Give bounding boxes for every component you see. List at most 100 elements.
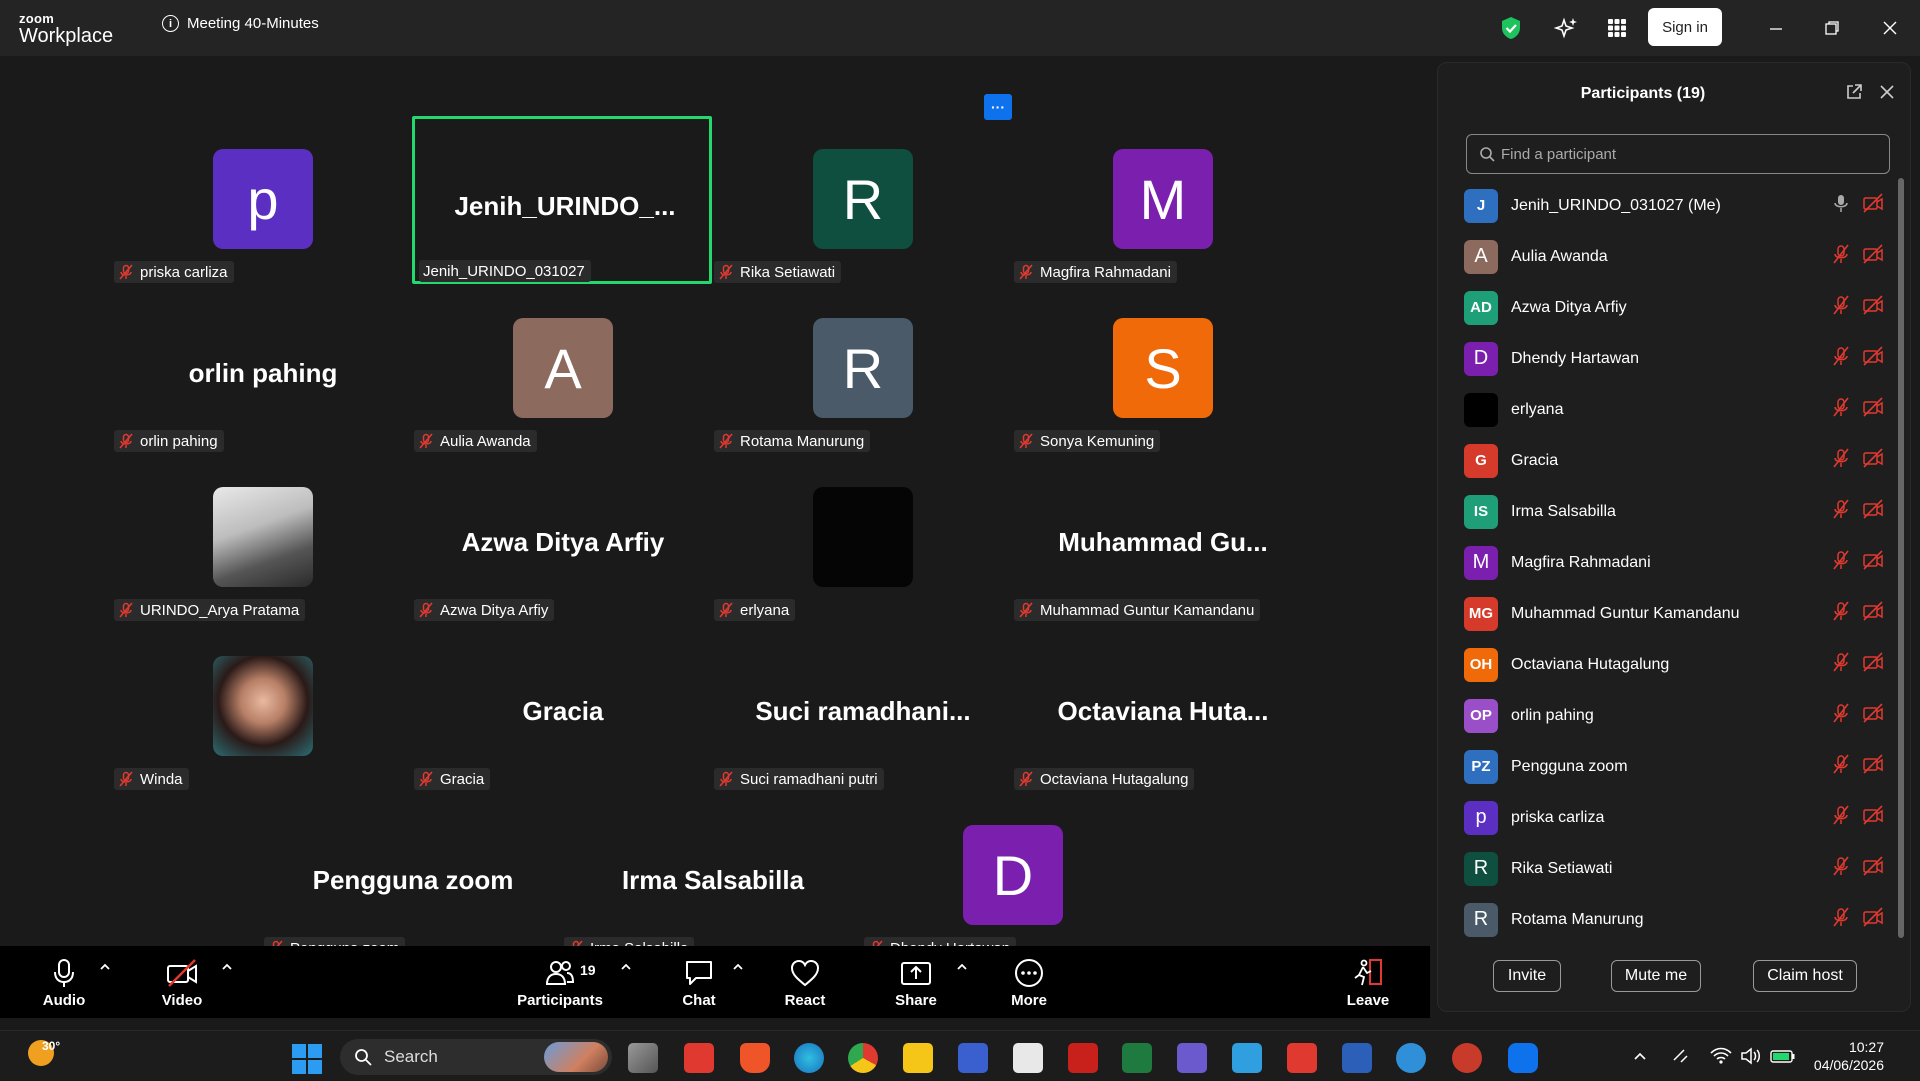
chat-button[interactable]: Chat: [674, 946, 724, 1018]
close-icon[interactable]: [1878, 0, 1902, 56]
anydesk-app-icon[interactable]: [684, 1043, 714, 1073]
word-icon[interactable]: [1342, 1043, 1372, 1073]
participant-list-scrollbar[interactable]: [1898, 178, 1904, 938]
floppy-save-app-icon[interactable]: [958, 1043, 988, 1073]
video-tile[interactable]: Muhammad Gu... Muhammad Guntur Kamandanu: [1013, 455, 1313, 623]
video-button[interactable]: Video: [152, 946, 212, 1018]
video-tile[interactable]: Pengguna zoomPengguna zoom: [263, 793, 563, 961]
leave-door-icon: [1354, 959, 1382, 986]
chat-options-chevron-icon[interactable]: [731, 960, 745, 974]
participant-list-name: Octaviana Hutagalung: [1511, 655, 1670, 673]
video-tile[interactable]: Irma SalsabillaIrma Salsabilla: [563, 793, 863, 961]
brave-browser-icon[interactable]: [740, 1043, 770, 1073]
participant-display-name: Gracia: [522, 696, 604, 726]
video-tile[interactable]: A Aulia Awanda: [413, 286, 713, 454]
notepad-icon[interactable]: [1232, 1043, 1262, 1073]
audio-options-chevron-icon[interactable]: [98, 960, 112, 974]
react-button[interactable]: React: [778, 946, 832, 1018]
video-tile[interactable]: R Rika Setiawati: [713, 117, 1013, 285]
participant-row[interactable]: p priska carliza: [1464, 792, 1884, 843]
filezilla-icon[interactable]: [1068, 1043, 1098, 1073]
chrome-browser-icon[interactable]: [848, 1043, 878, 1073]
muted-mic-icon: [418, 771, 434, 787]
shield-check-icon[interactable]: [1498, 0, 1524, 56]
battery-icon[interactable]: [1770, 1031, 1796, 1081]
video-tile[interactable]: Azwa Ditya Arfiy Azwa Ditya Arfiy: [413, 455, 713, 623]
participant-row[interactable]: PZ Pengguna zoom: [1464, 741, 1884, 792]
more-button[interactable]: More: [1004, 946, 1054, 1018]
powerpoint-icon[interactable]: [1452, 1043, 1482, 1073]
participant-row[interactable]: J Jenih_URINDO_031027 (Me): [1464, 180, 1884, 231]
muted-mic-icon: [418, 602, 434, 618]
claim-host-button[interactable]: Claim host: [1753, 960, 1857, 992]
excel-icon[interactable]: [1122, 1043, 1152, 1073]
participant-row[interactable]: A Aulia Awanda: [1464, 231, 1884, 282]
participant-row[interactable]: IS Irma Salsabilla: [1464, 486, 1884, 537]
invite-button[interactable]: Invite: [1493, 960, 1561, 992]
video-tile[interactable]: Winda: [113, 624, 413, 792]
participants-button[interactable]: Participants: [512, 946, 608, 1018]
video-tile[interactable]: p priska carliza: [113, 117, 413, 285]
docker-icon[interactable]: [1396, 1043, 1426, 1073]
participant-row[interactable]: R Rotama Manurung: [1464, 894, 1884, 945]
apps-grid-icon[interactable]: [1604, 0, 1630, 56]
wifi-icon[interactable]: [1710, 1031, 1732, 1081]
participant-row[interactable]: erlyana: [1464, 384, 1884, 435]
participant-display-name: Suci ramadhani...: [755, 696, 971, 726]
participant-row[interactable]: OH Octaviana Hutagalung: [1464, 639, 1884, 690]
participant-row[interactable]: AD Azwa Ditya Arfiy: [1464, 282, 1884, 333]
video-tile[interactable]: erlyana: [713, 455, 1013, 623]
video-tile[interactable]: M Magfira Rahmadani: [1013, 117, 1313, 285]
video-tile[interactable]: orlin pahing orlin pahing: [113, 286, 413, 454]
file-explorer-icon[interactable]: [903, 1043, 933, 1073]
video-off-icon: [167, 959, 197, 987]
participant-display-name: Azwa Ditya Arfiy: [461, 527, 665, 557]
meeting-info[interactable]: i Meeting 40-Minutes: [162, 15, 319, 32]
minimize-icon[interactable]: [1764, 0, 1788, 56]
dolphin-app-icon[interactable]: [1177, 1043, 1207, 1073]
popout-icon[interactable]: [1845, 83, 1863, 101]
participant-row[interactable]: R Rika Setiawati: [1464, 843, 1884, 894]
task-view-icon[interactable]: [628, 1043, 658, 1073]
participants-options-chevron-icon[interactable]: [619, 960, 633, 974]
participant-row[interactable]: G Gracia: [1464, 435, 1884, 486]
ai-companion-icon[interactable]: [1552, 0, 1580, 56]
weather-widget[interactable]: 30°: [28, 1039, 60, 1066]
participant-row[interactable]: D Dhendy Hartawan: [1464, 333, 1884, 384]
volume-icon[interactable]: [1740, 1031, 1762, 1081]
share-options-chevron-icon[interactable]: [955, 960, 969, 974]
participant-search-input[interactable]: Find a participant: [1466, 134, 1890, 174]
edge-browser-icon[interactable]: [794, 1043, 824, 1073]
video-tile[interactable]: Suci ramadhani... Suci ramadhani putri: [713, 624, 1013, 792]
restore-icon[interactable]: [1820, 0, 1844, 56]
video-tile[interactable]: Octaviana Huta... Octaviana Hutagalung: [1013, 624, 1313, 792]
muted-mic-icon: [1833, 703, 1849, 723]
info-icon[interactable]: i: [162, 15, 179, 32]
system-clock[interactable]: 10:27 04/06/2026: [1808, 1038, 1884, 1074]
audio-button[interactable]: Audio: [36, 946, 92, 1018]
pdf-reader-icon[interactable]: [1287, 1043, 1317, 1073]
participant-row[interactable]: M Magfira Rahmadani: [1464, 537, 1884, 588]
leave-button[interactable]: Leave: [1344, 946, 1392, 1018]
tray-chevron-icon[interactable]: [1632, 1031, 1648, 1081]
video-tile[interactable]: URINDO_Arya Pratama: [113, 455, 413, 623]
windows-start-icon[interactable]: [292, 1044, 322, 1074]
panel-close-icon[interactable]: [1878, 83, 1896, 101]
mute-me-button[interactable]: Mute me: [1611, 960, 1701, 992]
share-button[interactable]: Share: [890, 946, 942, 1018]
video-tile[interactable]: S Sonya Kemuning: [1013, 286, 1313, 454]
participant-list-name: Pengguna zoom: [1511, 757, 1628, 775]
video-tile[interactable]: Gracia Gracia: [413, 624, 713, 792]
zoom-app-icon[interactable]: [1508, 1043, 1538, 1073]
participant-row[interactable]: OP orlin pahing: [1464, 690, 1884, 741]
video-tile[interactable]: DDhendy Hartawan: [863, 793, 1163, 961]
sign-in-button[interactable]: Sign in: [1648, 8, 1722, 46]
video-tile[interactable]: Jenih_URINDO_... Jenih_URINDO_031027: [412, 116, 712, 284]
muted-mic-icon: [1833, 244, 1849, 264]
app-a-icon[interactable]: [1013, 1043, 1043, 1073]
video-tile[interactable]: R Rotama Manurung: [713, 286, 1013, 454]
participant-row[interactable]: MG Muhammad Guntur Kamandanu: [1464, 588, 1884, 639]
taskbar-search-box[interactable]: Search: [340, 1039, 612, 1075]
video-options-chevron-icon[interactable]: [220, 960, 234, 974]
microphone-tray-icon[interactable]: [1670, 1031, 1692, 1081]
